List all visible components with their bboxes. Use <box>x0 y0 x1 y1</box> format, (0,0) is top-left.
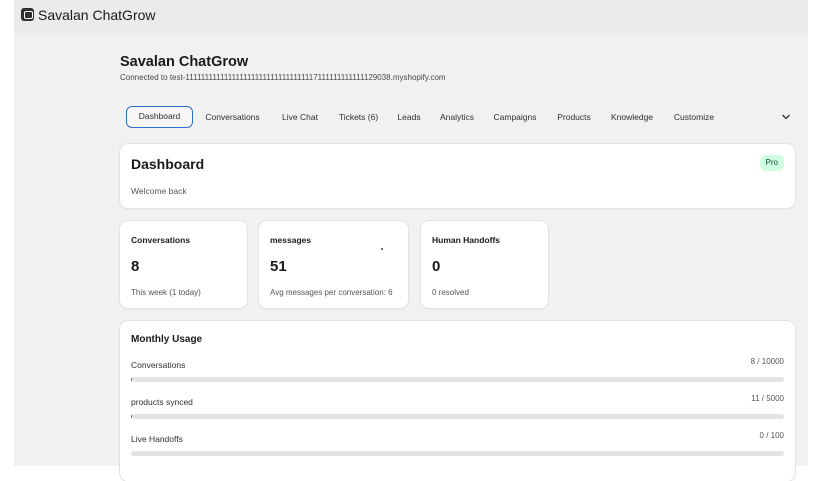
tab-analytics[interactable]: Analytics <box>437 106 477 128</box>
store-connection-text: Connected to test-1111111111111111111111… <box>120 73 446 82</box>
usage-progress-bar <box>131 377 784 382</box>
app-frame: Savalan ChatGrow Savalan ChatGrow Connec… <box>14 0 808 481</box>
stat-card-conversations: Conversations 8 This week (1 today) <box>120 221 247 308</box>
usage-count: 11 / 5000 <box>751 394 784 403</box>
tab-campaigns[interactable]: Campaigns <box>489 106 541 128</box>
dot-mark <box>381 248 383 250</box>
stat-label: Conversations <box>131 235 191 245</box>
stat-value: 51 <box>270 258 287 275</box>
plan-badge: Pro <box>759 155 784 171</box>
tab-tickets[interactable]: Tickets (6) <box>335 106 382 128</box>
usage-count: 0 / 100 <box>759 431 784 440</box>
usage-label: products synced <box>131 397 193 407</box>
welcome-text: Welcome back <box>131 186 187 196</box>
usage-label: Conversations <box>131 360 186 370</box>
tab-bar: Dashboard Conversations Live Chat Ticket… <box>126 106 796 128</box>
tab-products[interactable]: Products <box>554 106 594 128</box>
monthly-usage-title: Monthly Usage <box>131 334 203 345</box>
stat-value: 8 <box>131 258 140 275</box>
usage-progress-fill <box>131 377 132 382</box>
usage-label: Live Handoffs <box>131 434 183 444</box>
dashboard-card: Dashboard Welcome back Pro <box>120 144 795 208</box>
usage-row-conversations: Conversations 8 / 10000 <box>131 357 784 390</box>
usage-progress-bar <box>131 414 784 419</box>
page-title: Savalan ChatGrow <box>120 54 249 70</box>
stat-subtext: 0 resolved <box>432 288 469 297</box>
stat-card-human-handoffs: Human Handoffs 0 0 resolved <box>421 221 548 308</box>
tab-leads[interactable]: Leads <box>394 106 424 128</box>
tab-dashboard[interactable]: Dashboard <box>126 106 193 128</box>
usage-progress-fill <box>131 414 133 419</box>
usage-row-products-synced: products synced 11 / 5000 <box>131 394 784 427</box>
usage-row-live-handoffs: Live Handoffs 0 / 100 <box>131 431 784 464</box>
tab-live-chat[interactable]: Live Chat <box>277 106 323 128</box>
tab-knowledge[interactable]: Knowledge <box>607 106 657 128</box>
stat-label: messages <box>270 235 312 245</box>
chevron-down-icon[interactable] <box>781 112 791 122</box>
usage-count: 8 / 10000 <box>750 357 784 366</box>
stat-subtext: This week (1 today) <box>131 288 201 297</box>
monthly-usage-card: Monthly Usage Conversations 8 / 10000 pr… <box>120 321 795 481</box>
stat-card-messages: messages 51 Avg messages per conversatio… <box>259 221 408 308</box>
app-logo-icon <box>21 8 34 21</box>
app-header: Savalan ChatGrow <box>14 0 808 33</box>
stat-subtext: Avg messages per conversation: 6 <box>270 288 393 297</box>
usage-progress-bar <box>131 451 784 456</box>
tab-customize[interactable]: Customize <box>670 106 718 128</box>
dashboard-title: Dashboard <box>131 156 205 172</box>
tab-conversations[interactable]: Conversations <box>201 106 264 128</box>
stat-label: Human Handoffs <box>432 235 500 245</box>
stat-value: 0 <box>432 258 441 275</box>
app-name: Savalan ChatGrow <box>38 7 156 23</box>
